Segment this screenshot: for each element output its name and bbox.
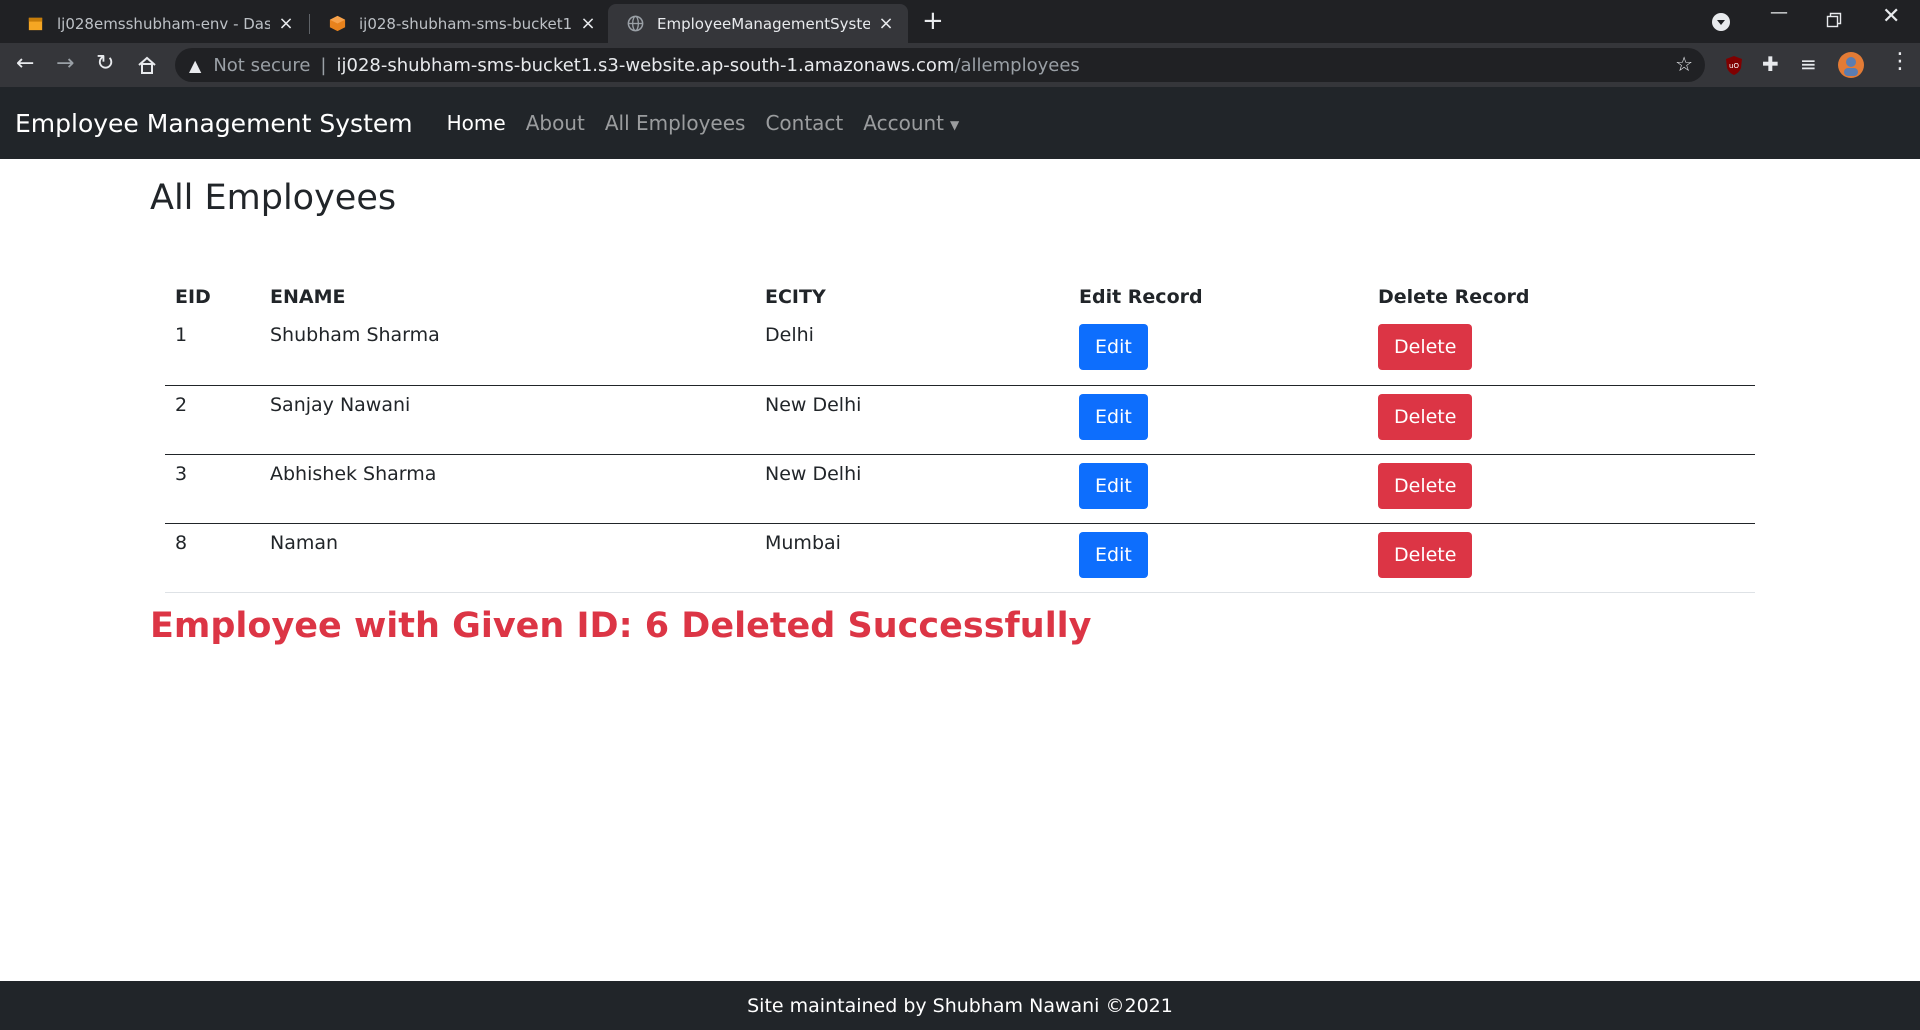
column-header-ecity: ECITY (765, 286, 826, 308)
cell-eid: 3 (165, 454, 260, 524)
cell-ename: Shubham Sharma (260, 316, 755, 386)
close-icon[interactable]: × (578, 13, 598, 34)
column-header-eid: EID (175, 286, 211, 308)
browser-tab-ems[interactable]: EmployeeManagementSystem × (608, 4, 908, 43)
nav-link-contact[interactable]: Contact (765, 111, 843, 135)
tab-title: lj028emsshubham-env - Dashbo (57, 14, 270, 33)
globe-icon (627, 15, 644, 32)
cell-delete: Delete (1377, 523, 1755, 593)
forward-arrow-icon[interactable]: → (56, 51, 74, 76)
table-header-row: EID ENAME ECITY Edit Record Delete Recor… (165, 280, 1755, 316)
column-header-edit: Edit Record (1079, 286, 1203, 308)
restore-icon[interactable] (1826, 12, 1842, 28)
table-row: 2 Sanjay Nawani New Delhi Edit Delete (165, 385, 1755, 455)
url-host: ij028-shubham-sms-bucket1.s3-website.ap-… (336, 54, 955, 76)
site-navbar: Employee Management System Home About Al… (0, 87, 1920, 159)
edit-button[interactable]: Edit (1079, 393, 1148, 440)
cell-ename: Sanjay Nawani (260, 385, 755, 455)
cell-eid: 1 (165, 316, 260, 386)
cell-ename: Naman (260, 523, 755, 593)
close-icon[interactable]: × (876, 13, 896, 34)
edit-button[interactable]: Edit (1079, 531, 1148, 578)
aws-elasticbeanstalk-icon (28, 17, 43, 31)
delete-button[interactable]: Delete (1378, 324, 1473, 370)
navbar-brand[interactable]: Employee Management System (15, 109, 413, 138)
browser-tab-beanstalk[interactable]: lj028emsshubham-env - Dashbo × (8, 4, 308, 43)
nav-link-account-label: Account (863, 111, 945, 135)
delete-button[interactable]: Delete (1378, 462, 1473, 509)
cell-delete: Delete (1377, 316, 1755, 386)
delete-button[interactable]: Delete (1378, 393, 1473, 440)
cell-edit: Edit (1067, 454, 1377, 524)
cell-ecity: Mumbai (755, 523, 1067, 593)
svg-text:uO: uO (1729, 62, 1739, 70)
nav-link-home[interactable]: Home (447, 111, 506, 135)
page-title: All Employees (150, 178, 397, 218)
minimize-icon[interactable]: — (1770, 2, 1788, 23)
bookmark-star-icon[interactable]: ☆ (1675, 52, 1693, 76)
close-icon[interactable]: × (276, 13, 296, 34)
warning-triangle-icon: ▲ (189, 55, 202, 75)
nav-link-account-dropdown[interactable]: Account ▼ (863, 111, 959, 135)
table-row: 8 Naman Mumbai Edit Delete (165, 523, 1755, 593)
home-icon[interactable] (137, 55, 157, 75)
browser-toolbar: ← → ↻ ▲ Not secure | ij028-shubham-sms-b… (0, 43, 1920, 87)
nav-link-all-employees[interactable]: All Employees (605, 111, 746, 135)
more-menu-icon[interactable]: ⋮ (1889, 49, 1911, 74)
cell-ename: Abhishek Sharma (260, 454, 755, 524)
edit-button[interactable]: Edit (1079, 462, 1148, 509)
profile-avatar[interactable] (1837, 51, 1865, 79)
cell-eid: 8 (165, 523, 260, 593)
nav-link-about[interactable]: About (526, 111, 585, 135)
cell-ecity: New Delhi (755, 385, 1067, 455)
cell-edit: Edit (1067, 316, 1377, 386)
extensions-puzzle-icon[interactable]: ✚ (1762, 52, 1779, 76)
table-row: 3 Abhishek Sharma New Delhi Edit Delete (165, 454, 1755, 524)
column-header-delete: Delete Record (1378, 286, 1530, 308)
address-bar[interactable]: ▲ Not secure | ij028-shubham-sms-bucket1… (175, 48, 1705, 82)
aws-s3-icon (329, 15, 346, 32)
cell-edit: Edit (1067, 523, 1377, 593)
reload-icon[interactable]: ↻ (96, 51, 114, 76)
browser-tabstrip: lj028emsshubham-env - Dashbo × ij028-shu… (0, 0, 1920, 43)
cell-delete: Delete (1377, 385, 1755, 455)
security-status: Not secure (213, 54, 311, 76)
media-queue-icon[interactable]: ≡ (1800, 52, 1817, 76)
cell-delete: Delete (1377, 454, 1755, 524)
ublock-origin-icon[interactable]: uO (1723, 54, 1745, 76)
table-row: 1 Shubham Sharma Delhi Edit Delete (165, 316, 1755, 386)
delete-success-message: Employee with Given ID: 6 Deleted Succes… (150, 606, 1092, 646)
edit-button[interactable]: Edit (1079, 324, 1148, 370)
cell-eid: 2 (165, 385, 260, 455)
chevron-down-icon: ▼ (950, 117, 960, 132)
back-arrow-icon[interactable]: ← (16, 51, 34, 76)
browser-tab-s3[interactable]: ij028-shubham-sms-bucket1 - S3 × (310, 4, 610, 43)
employees-table: EID ENAME ECITY Edit Record Delete Recor… (165, 280, 1755, 593)
cell-ecity: Delhi (755, 316, 1067, 386)
column-header-ename: ENAME (270, 286, 346, 308)
url-path: /allemployees (954, 54, 1080, 76)
address-divider: | (320, 54, 327, 76)
delete-button[interactable]: Delete (1378, 531, 1473, 578)
tab-search-icon[interactable] (1711, 12, 1731, 32)
site-footer: Site maintained by Shubham Nawani ©2021 (0, 981, 1920, 1030)
cell-edit: Edit (1067, 385, 1377, 455)
new-tab-plus-icon[interactable]: + (922, 6, 944, 36)
footer-text: Site maintained by Shubham Nawani ©2021 (747, 994, 1173, 1017)
window-close-icon[interactable]: ✕ (1882, 4, 1900, 29)
tab-title: ij028-shubham-sms-bucket1 - S3 (359, 14, 572, 33)
tab-title: EmployeeManagementSystem (657, 14, 870, 33)
cell-ecity: New Delhi (755, 454, 1067, 524)
